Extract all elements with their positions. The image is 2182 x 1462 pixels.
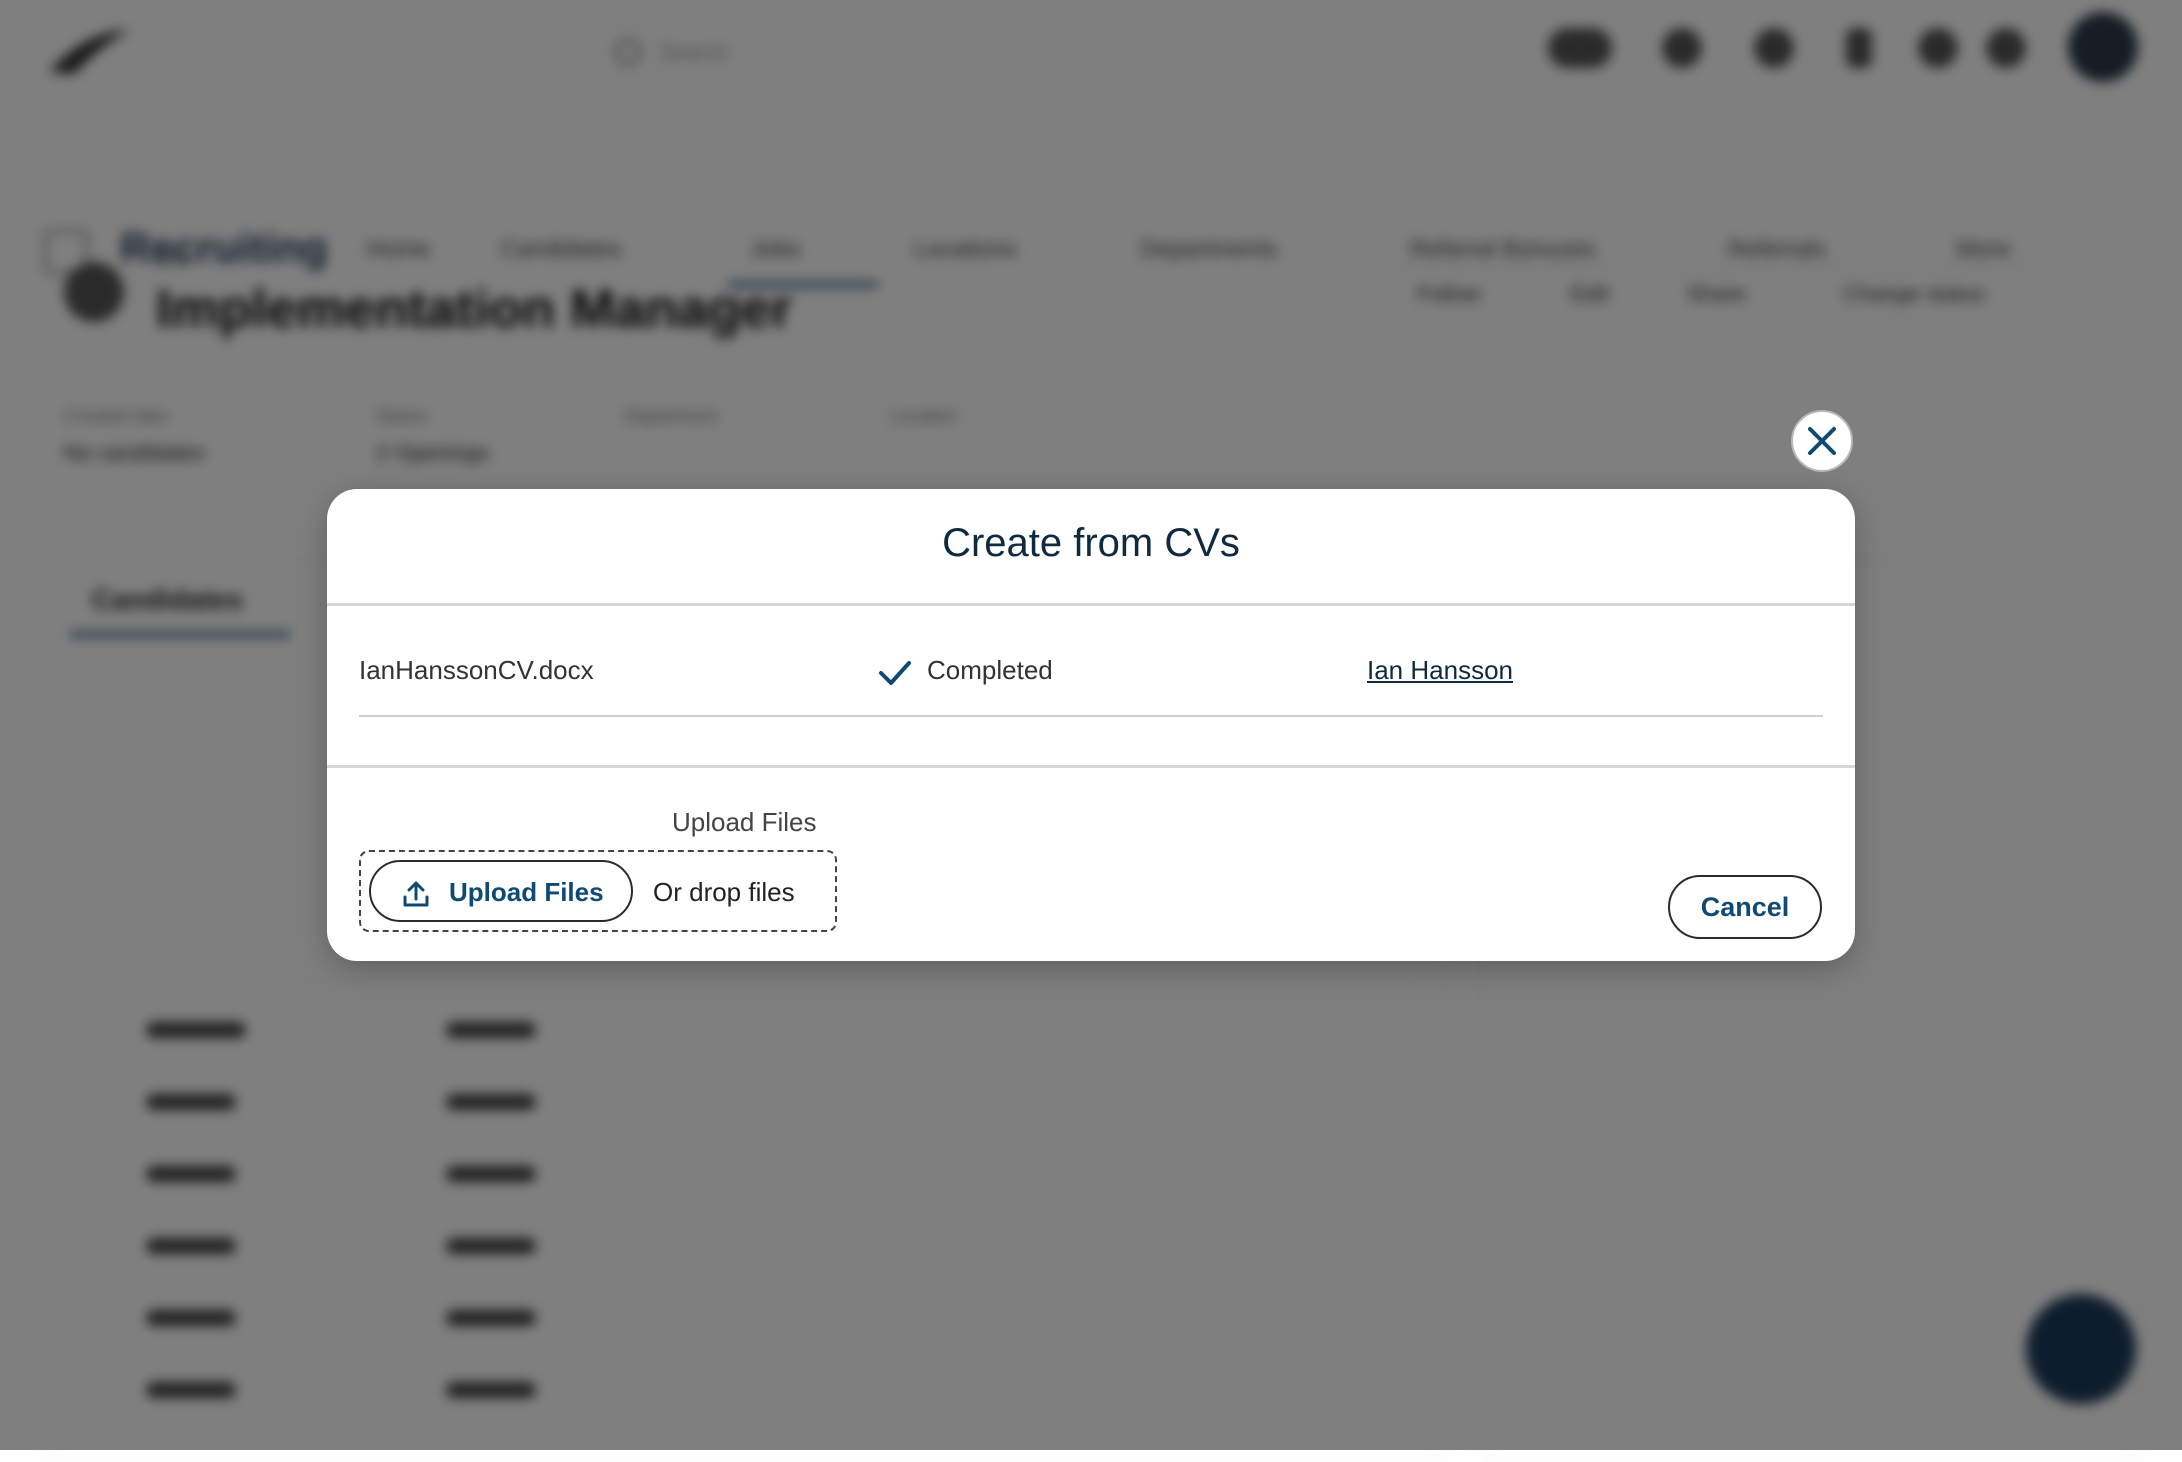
candidate-link[interactable]: Ian Hansson — [1367, 655, 1513, 686]
checkmark-icon — [879, 661, 911, 685]
close-icon — [1808, 427, 1836, 455]
dialog-header: Create from CVs — [327, 489, 1855, 606]
upload-icon — [403, 881, 429, 907]
create-from-cvs-dialog: Create from CVs IanHanssonCV.docx Comple… — [327, 489, 1855, 961]
section-divider — [327, 765, 1855, 768]
close-button[interactable] — [1791, 410, 1853, 472]
upload-status: Completed — [927, 655, 1053, 685]
file-name: IanHanssonCV.docx — [359, 655, 594, 685]
upload-files-button-label: Upload Files — [449, 877, 604, 907]
upload-files-button[interactable]: Upload Files — [369, 860, 633, 922]
cancel-button[interactable]: Cancel — [1668, 875, 1822, 939]
dialog-title: Create from CVs — [942, 521, 1240, 565]
upload-files-label: Upload Files — [672, 807, 817, 837]
drop-files-hint: Or drop files — [653, 877, 795, 907]
file-row: IanHanssonCV.docx Completed Ian Hansson — [359, 645, 1823, 717]
file-dropzone[interactable]: Upload Files Or drop files — [359, 850, 837, 932]
